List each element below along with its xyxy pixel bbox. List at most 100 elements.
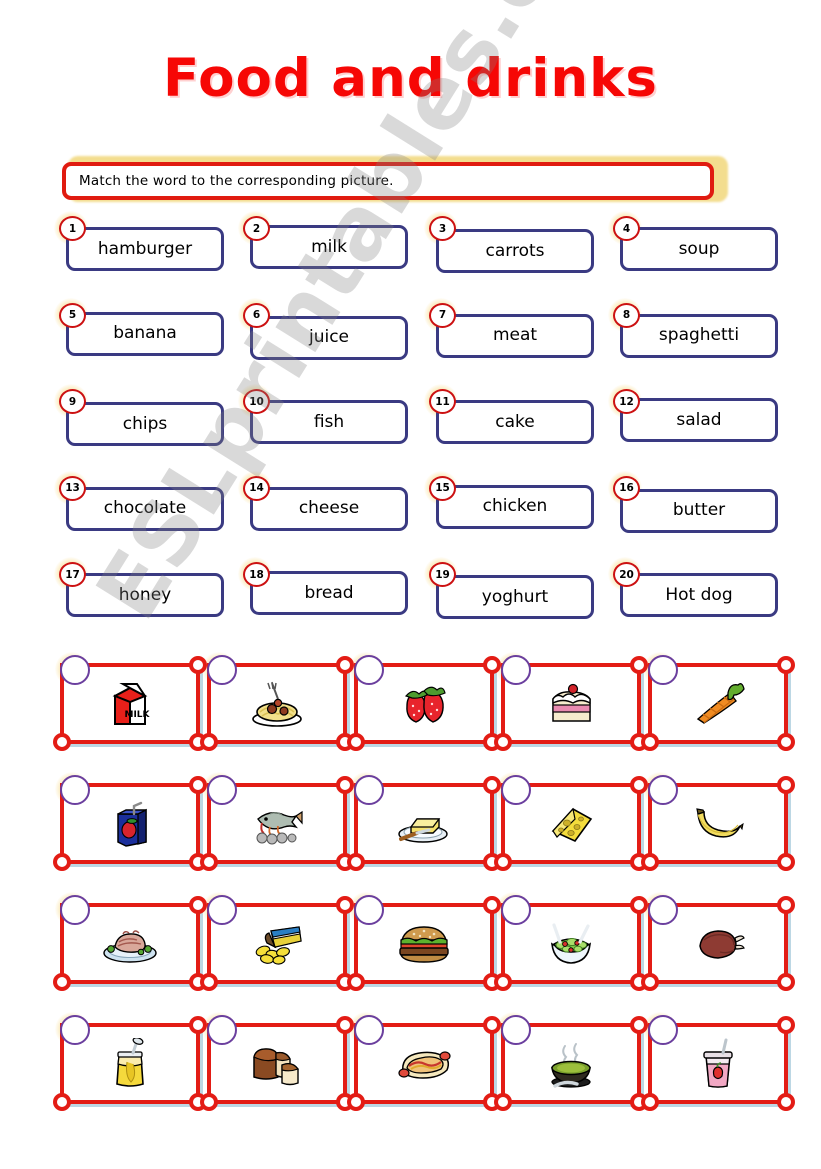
picture-card[interactable]: [347, 892, 501, 993]
picture-card[interactable]: [53, 772, 207, 873]
word-card[interactable]: chicken 15: [424, 470, 594, 531]
word-card[interactable]: cake 11: [424, 384, 594, 444]
word-box[interactable]: butter: [620, 488, 778, 533]
banana-icon: [690, 802, 746, 846]
word-box[interactable]: chocolate: [66, 486, 224, 531]
corner-notch: [777, 853, 795, 871]
picture-card[interactable]: [200, 1012, 354, 1113]
word-box[interactable]: juice: [250, 315, 408, 360]
picture-card[interactable]: [347, 772, 501, 873]
word-box[interactable]: bread: [250, 571, 408, 615]
word-box[interactable]: salad: [620, 398, 778, 442]
corner-notch: [336, 656, 354, 674]
word-box[interactable]: fish: [250, 400, 408, 444]
word-box[interactable]: carrots: [436, 229, 594, 273]
word-card[interactable]: milk 2: [238, 211, 408, 271]
word-box[interactable]: meat: [436, 313, 594, 358]
picture-card[interactable]: [494, 772, 648, 873]
answer-circle[interactable]: [207, 1015, 237, 1045]
answer-circle[interactable]: [648, 775, 678, 805]
word-card[interactable]: spaghetti 8: [608, 297, 778, 358]
picture-card[interactable]: MILK: [53, 652, 207, 753]
word-label: cheese: [298, 498, 360, 518]
picture-card[interactable]: [347, 1012, 501, 1113]
instruction-text: Match the word to the corresponding pict…: [79, 173, 394, 189]
answer-circle[interactable]: [354, 1015, 384, 1045]
word-box[interactable]: milk: [250, 225, 408, 269]
word-box[interactable]: honey: [66, 573, 224, 617]
word-card[interactable]: yoghurt 19: [424, 557, 594, 619]
word-card[interactable]: banana 5: [54, 297, 224, 358]
word-card[interactable]: meat 7: [424, 297, 594, 358]
word-number-badge: 11: [429, 389, 456, 414]
word-card[interactable]: juice 6: [238, 297, 408, 360]
roast-meat-icon: [101, 921, 159, 967]
picture-card[interactable]: [200, 892, 354, 993]
answer-circle[interactable]: [501, 1015, 531, 1045]
word-label: juice: [308, 327, 350, 347]
word-box[interactable]: soup: [620, 227, 778, 271]
word-card[interactable]: soup 4: [608, 211, 778, 271]
answer-circle[interactable]: [60, 895, 90, 925]
word-box[interactable]: spaghetti: [620, 313, 778, 358]
picture-card[interactable]: [641, 652, 795, 753]
page-title: Food and drinks: [163, 48, 658, 109]
word-box[interactable]: chips: [66, 402, 224, 446]
answer-circle[interactable]: [60, 655, 90, 685]
answer-circle[interactable]: [501, 895, 531, 925]
picture-card[interactable]: [641, 1012, 795, 1113]
picture-card[interactable]: [494, 1012, 648, 1113]
picture-card[interactable]: [494, 892, 648, 993]
word-card[interactable]: carrots 3: [424, 211, 594, 273]
answer-circle[interactable]: [60, 1015, 90, 1045]
answer-circle[interactable]: [207, 775, 237, 805]
corner-notch: [189, 776, 207, 794]
picture-card[interactable]: [494, 652, 648, 753]
word-box[interactable]: yoghurt: [436, 575, 594, 619]
word-box[interactable]: hamburger: [66, 227, 224, 271]
word-box[interactable]: Hot dog: [620, 573, 778, 617]
answer-circle[interactable]: [648, 895, 678, 925]
word-card[interactable]: Hot dog 20: [608, 557, 778, 617]
word-card[interactable]: honey 17: [54, 557, 224, 617]
answer-circle[interactable]: [354, 655, 384, 685]
answer-circle[interactable]: [648, 655, 678, 685]
word-card[interactable]: chocolate 13: [54, 470, 224, 531]
corner-notch: [336, 896, 354, 914]
answer-circle[interactable]: [501, 775, 531, 805]
answer-circle[interactable]: [648, 1015, 678, 1045]
word-card[interactable]: fish 10: [238, 384, 408, 444]
answer-circle[interactable]: [501, 655, 531, 685]
picture-card[interactable]: [641, 892, 795, 993]
word-box[interactable]: cake: [436, 400, 594, 444]
word-box[interactable]: chicken: [436, 484, 594, 529]
answer-circle[interactable]: [207, 895, 237, 925]
answer-circle[interactable]: [354, 775, 384, 805]
picture-grid: MILK: [0, 652, 821, 1135]
word-card[interactable]: bread 18: [238, 557, 408, 617]
word-card[interactable]: cheese 14: [238, 470, 408, 531]
word-card[interactable]: salad 12: [608, 384, 778, 444]
juice-box-icon: [106, 798, 154, 850]
picture-card[interactable]: [200, 652, 354, 753]
milk-carton-icon: MILK: [103, 678, 157, 730]
picture-card[interactable]: [53, 1012, 207, 1113]
honey-jar-icon: [107, 1037, 153, 1090]
word-number-badge: 19: [429, 562, 456, 587]
word-card[interactable]: butter 16: [608, 470, 778, 533]
word-number-badge: 14: [243, 475, 270, 501]
picture-card[interactable]: [200, 772, 354, 873]
picture-card[interactable]: [347, 652, 501, 753]
picture-card[interactable]: [53, 892, 207, 993]
answer-circle[interactable]: [354, 895, 384, 925]
corner-notch: [494, 973, 512, 991]
corner-notch: [630, 1016, 648, 1034]
answer-circle[interactable]: [207, 655, 237, 685]
answer-circle[interactable]: [60, 775, 90, 805]
word-box[interactable]: banana: [66, 311, 224, 356]
word-card[interactable]: chips 9: [54, 384, 224, 446]
word-label: carrots: [485, 240, 545, 261]
word-box[interactable]: cheese: [250, 486, 408, 531]
picture-card[interactable]: [641, 772, 795, 873]
word-card[interactable]: hamburger 1: [54, 211, 224, 271]
